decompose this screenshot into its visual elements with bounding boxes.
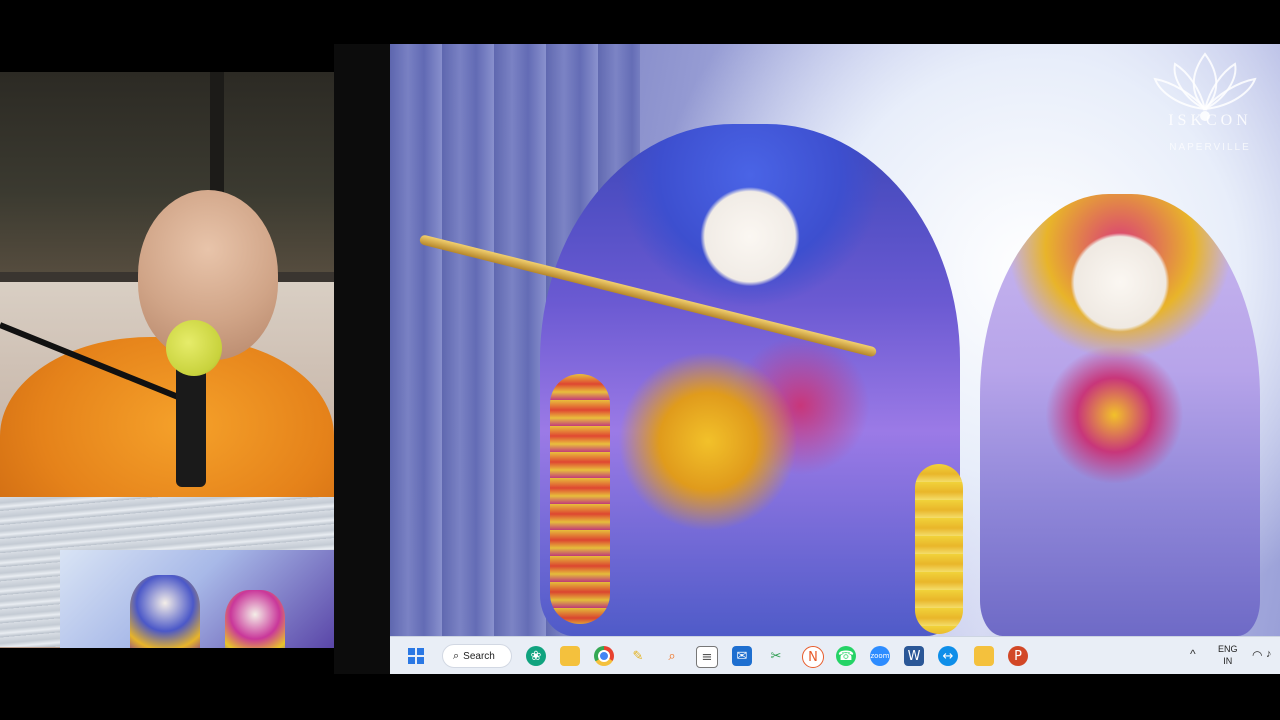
- region-code: IN: [1223, 656, 1233, 666]
- teamviewer-icon[interactable]: ↔: [938, 646, 958, 666]
- mail-app-icon[interactable]: ✉: [732, 646, 752, 666]
- taskbar: ⌕ Search ❀ ✎ ⌕ ≡ ✉ ✂ N ☎ zoom W ↔ P ^ EN…: [390, 636, 1280, 674]
- preview-deity-radha: [225, 590, 285, 648]
- start-icon[interactable]: [406, 646, 426, 666]
- magnifier-app-icon[interactable]: ⌕: [662, 646, 682, 666]
- powerpoint-icon[interactable]: P: [1008, 646, 1028, 666]
- system-tray: ^ ENG IN ◠ ♪: [1180, 637, 1280, 674]
- logo-title: ISKCON: [1168, 112, 1252, 129]
- monitor-preview: [60, 550, 334, 648]
- chrome-icon[interactable]: [594, 646, 614, 666]
- language-code: ENG: [1218, 644, 1238, 654]
- deity-radha: [980, 194, 1260, 636]
- logo-subtitle: NAPERVILLE: [1169, 142, 1251, 153]
- microphone-head: [166, 320, 222, 376]
- word-icon[interactable]: W: [904, 646, 924, 666]
- language-indicator[interactable]: ENG IN: [1218, 643, 1238, 667]
- webcam-feed: [0, 72, 334, 648]
- book-app-icon[interactable]: ≡: [696, 646, 718, 668]
- screen-bezel: [334, 44, 390, 674]
- wifi-icon[interactable]: ◠: [1252, 648, 1262, 662]
- search-label: Search: [463, 650, 495, 662]
- chatgpt-app-icon[interactable]: ❀: [526, 646, 546, 666]
- shared-screen: ISKCON NAPERVILLE ⌕ Search ❀ ✎ ⌕ ≡ ✉ ✂ N…: [390, 44, 1280, 674]
- taskbar-search[interactable]: ⌕ Search: [442, 644, 512, 668]
- flower-garland: [915, 464, 963, 634]
- chevron-up-icon[interactable]: ^: [1190, 647, 1196, 661]
- folder-icon[interactable]: [974, 646, 994, 666]
- file-explorer-icon[interactable]: [560, 646, 580, 666]
- preview-deity-krishna: [130, 575, 200, 648]
- search-icon: ⌕: [453, 649, 460, 662]
- snipping-tool-icon[interactable]: ✂: [766, 646, 786, 666]
- microphone-body: [176, 362, 206, 487]
- notes-app-icon[interactable]: N: [802, 646, 824, 668]
- flower-garland: [550, 374, 610, 624]
- whatsapp-icon[interactable]: ☎: [836, 646, 856, 666]
- volume-icon[interactable]: ♪: [1266, 648, 1272, 660]
- zoom-icon[interactable]: zoom: [870, 646, 890, 666]
- pen-app-icon[interactable]: ✎: [628, 646, 648, 666]
